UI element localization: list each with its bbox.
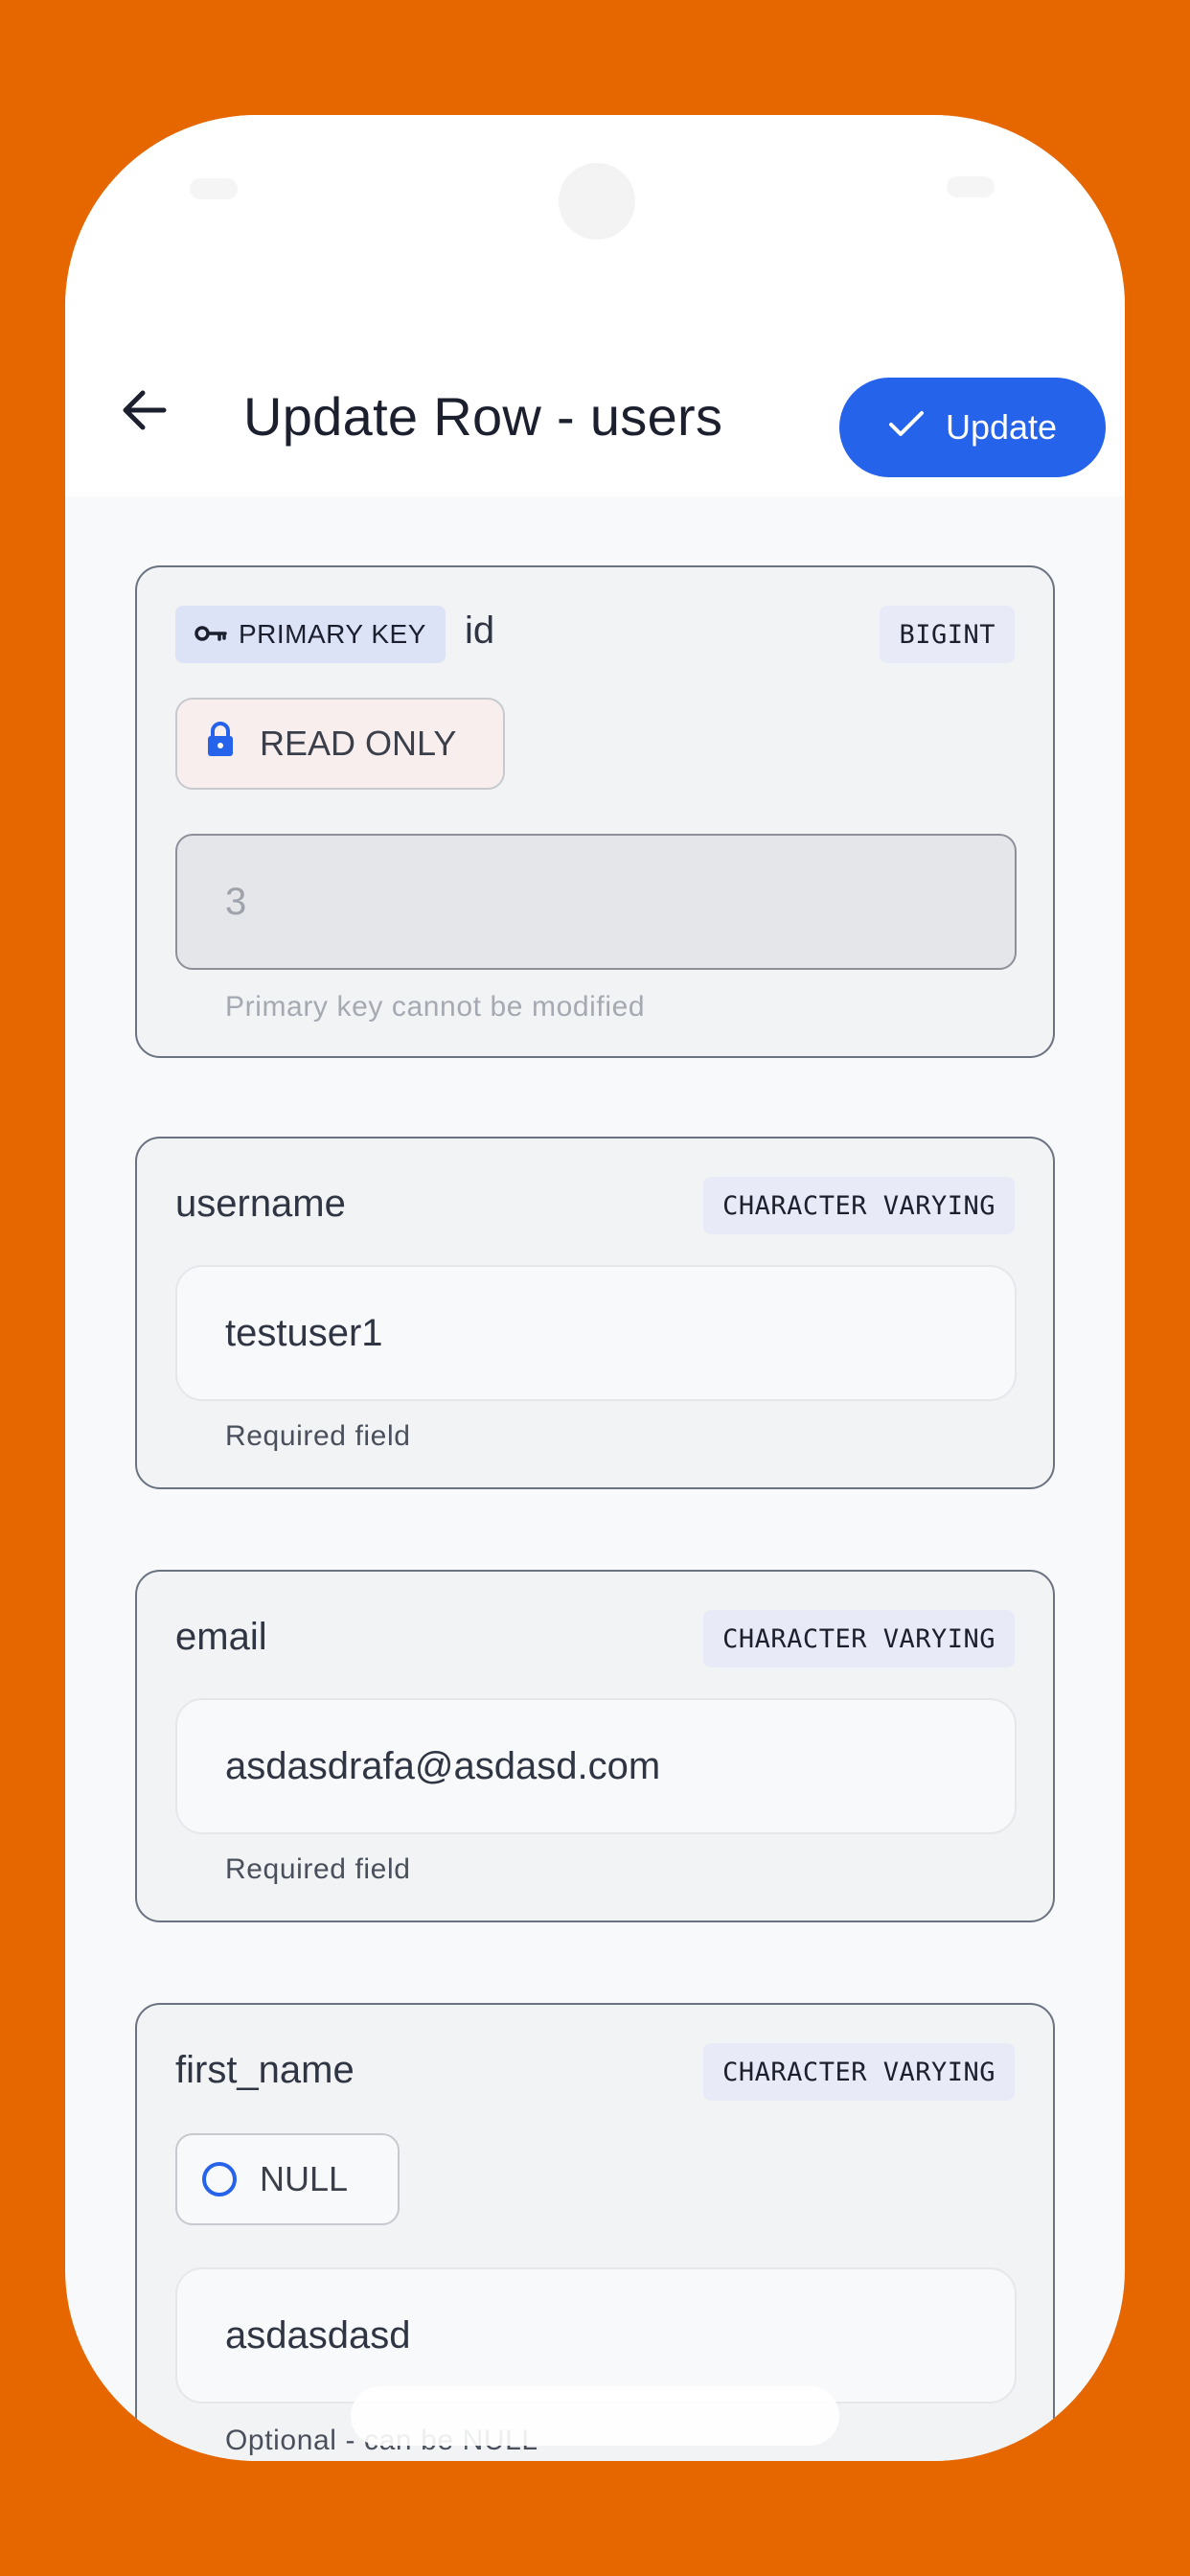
type-badge-id: BIGINT <box>880 606 1015 663</box>
field-card-email: email CHARACTER VARYING Required field <box>135 1570 1055 1922</box>
arrow-left-icon <box>120 389 168 436</box>
email-helper-text: Required field <box>225 1853 411 1885</box>
back-button[interactable] <box>105 374 182 450</box>
update-button[interactable]: Update <box>839 378 1106 477</box>
page-title: Update Row - users <box>243 386 723 447</box>
type-badge-email: CHARACTER VARYING <box>703 1610 1015 1668</box>
read-only-label: READ ONLY <box>260 724 457 763</box>
field-name-id: id <box>465 610 495 652</box>
radio-unchecked-icon <box>202 2162 237 2196</box>
lock-icon <box>206 721 235 767</box>
null-toggle-label: NULL <box>260 2159 349 2198</box>
app-bar: Update Row - users Update <box>65 268 1125 496</box>
key-icon <box>195 619 227 650</box>
field-card-id: PRIMARY KEY id BIGINT READ ONLY Primary … <box>135 565 1055 1058</box>
email-input[interactable] <box>175 1698 1017 1834</box>
phone-frame: Update Row - users Update PRIMARY KEY id… <box>65 115 1125 2461</box>
update-button-label: Update <box>945 407 1058 447</box>
type-badge-first-name: CHARACTER VARYING <box>703 2043 1015 2101</box>
status-bar <box>65 115 1125 268</box>
primary-key-badge: PRIMARY KEY <box>175 606 446 663</box>
read-only-badge: READ ONLY <box>175 698 505 790</box>
first-name-input[interactable] <box>175 2267 1017 2404</box>
camera-cutout <box>559 163 635 240</box>
field-name-email: email <box>175 1616 267 1658</box>
status-indicator-right <box>947 176 995 197</box>
check-icon <box>888 407 925 448</box>
field-name-username: username <box>175 1183 346 1225</box>
username-helper-text: Required field <box>225 1420 411 1452</box>
null-toggle[interactable]: NULL <box>175 2133 400 2225</box>
primary-key-label: PRIMARY KEY <box>239 619 426 649</box>
type-badge-username: CHARACTER VARYING <box>703 1177 1015 1234</box>
status-indicator-left <box>190 178 238 199</box>
field-name-first-name: first_name <box>175 2049 355 2091</box>
username-input[interactable] <box>175 1265 1017 1401</box>
home-indicator <box>351 2386 839 2446</box>
id-input <box>175 834 1017 970</box>
id-helper-text: Primary key cannot be modified <box>225 991 646 1023</box>
field-card-username: username CHARACTER VARYING Required fiel… <box>135 1137 1055 1489</box>
